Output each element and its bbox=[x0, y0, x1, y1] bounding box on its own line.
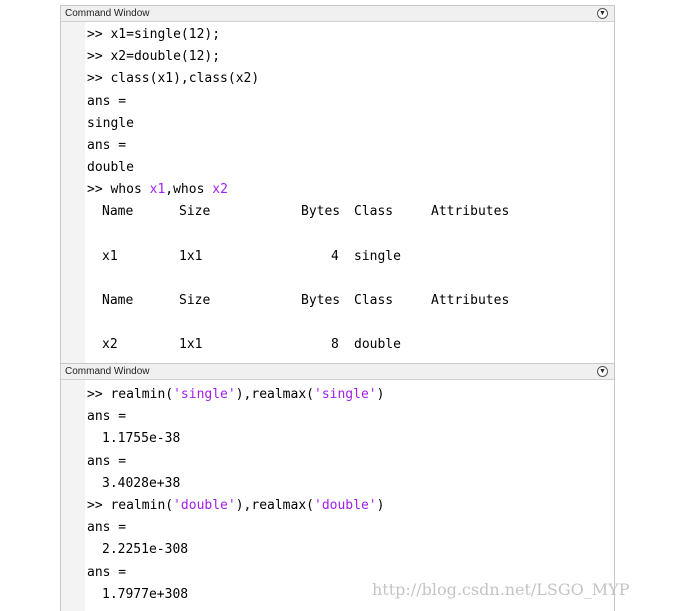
table-cell-bytes: 8 bbox=[331, 337, 339, 352]
output-line: double bbox=[87, 160, 134, 175]
command-output[interactable]: >> realmin('single'),realmax('single') a… bbox=[87, 380, 614, 611]
variable-token: x2 bbox=[212, 182, 228, 197]
table-cell-class: single bbox=[354, 249, 401, 264]
string-token: 'double' bbox=[173, 498, 236, 513]
table-header-size: Size bbox=[179, 293, 211, 308]
output-line: ans = bbox=[87, 409, 127, 424]
watermark-text: http://blog.csdn.net/LSGO_MYP bbox=[372, 580, 630, 599]
window-menu-icon[interactable]: ▼ bbox=[597, 366, 608, 377]
command-text: ,whos bbox=[165, 182, 213, 197]
output-line: ans = bbox=[87, 138, 127, 153]
table-header-attributes: Attributes bbox=[431, 293, 510, 308]
command-text: ) bbox=[376, 387, 385, 402]
table-header-class: Class bbox=[354, 204, 394, 219]
command-text: >> whos bbox=[87, 182, 150, 197]
table-cell-name: x1 bbox=[102, 249, 118, 264]
window-title: Command Window bbox=[65, 8, 150, 19]
command-window-panel-2: Command Window ▼ >> realmin('single'),re… bbox=[60, 363, 615, 611]
command-line: >> realmin('single'),realmax('single') bbox=[87, 387, 384, 402]
output-line: ans = bbox=[87, 565, 127, 580]
table-header-size: Size bbox=[179, 204, 211, 219]
command-window-titlebar: Command Window ▼ bbox=[61, 364, 614, 380]
table-header-bytes: Bytes bbox=[301, 204, 341, 219]
command-text: ),realmax( bbox=[235, 498, 314, 513]
output-value: 2.2251e-308 bbox=[102, 542, 189, 557]
variable-token: x1 bbox=[149, 182, 166, 197]
command-text: >> realmin( bbox=[87, 387, 174, 402]
table-cell-size: 1x1 bbox=[179, 249, 203, 264]
window-menu-icon[interactable]: ▼ bbox=[597, 8, 608, 19]
table-header-class: Class bbox=[354, 293, 394, 308]
table-header-name: Name bbox=[102, 293, 134, 308]
command-line: >> realmin('double'),realmax('double') bbox=[87, 498, 384, 513]
command-line: >> x2=double(12); bbox=[87, 49, 221, 64]
output-value: 1.7977e+308 bbox=[102, 587, 189, 602]
command-output[interactable]: >> x1=single(12); >> x2=double(12); >> c… bbox=[87, 22, 614, 363]
output-line: ans = bbox=[87, 94, 127, 109]
string-token: 'single' bbox=[314, 387, 377, 402]
command-gutter bbox=[61, 380, 85, 611]
output-line: ans = bbox=[87, 454, 127, 469]
table-cell-bytes: 4 bbox=[331, 249, 339, 264]
window-title: Command Window bbox=[65, 366, 150, 377]
output-line: ans = bbox=[87, 520, 127, 535]
table-header-bytes: Bytes bbox=[301, 293, 341, 308]
table-header-name: Name bbox=[102, 204, 134, 219]
command-line: >> class(x1),class(x2) bbox=[87, 71, 260, 86]
command-line: >> whos x1,whos x2 bbox=[87, 182, 228, 197]
command-window-titlebar: Command Window ▼ bbox=[61, 6, 614, 22]
command-text: ) bbox=[376, 498, 385, 513]
string-token: 'single' bbox=[173, 387, 236, 402]
output-line: single bbox=[87, 116, 134, 131]
table-cell-name: x2 bbox=[102, 337, 118, 352]
table-cell-class: double bbox=[354, 337, 401, 352]
command-line: >> x1=single(12); bbox=[87, 27, 221, 42]
table-header-attributes: Attributes bbox=[431, 204, 510, 219]
command-gutter bbox=[61, 22, 85, 363]
string-token: 'double' bbox=[314, 498, 377, 513]
command-text: ),realmax( bbox=[235, 387, 314, 402]
output-value: 1.1755e-38 bbox=[102, 431, 181, 446]
command-text: >> realmin( bbox=[87, 498, 174, 513]
output-value: 3.4028e+38 bbox=[102, 476, 181, 491]
table-cell-size: 1x1 bbox=[179, 337, 203, 352]
command-window-panel-1: Command Window ▼ >> x1=single(12); >> x2… bbox=[60, 5, 615, 363]
